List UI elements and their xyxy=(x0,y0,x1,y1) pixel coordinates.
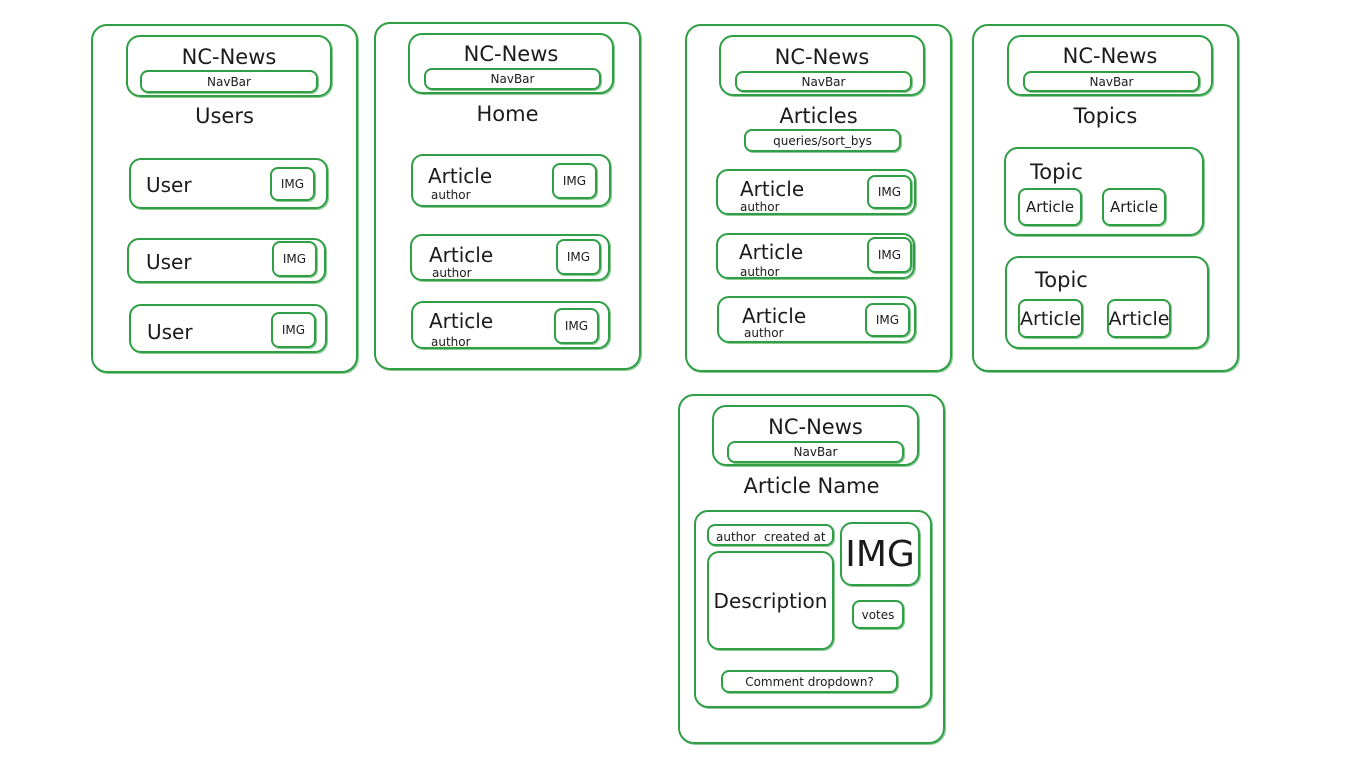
article-label: Article xyxy=(429,309,494,333)
article-image-placeholder: IMG xyxy=(840,522,920,586)
articles-page-title: Articles xyxy=(779,104,858,128)
articles-queries-sort: queries/sort_bys xyxy=(744,129,901,152)
article-img-placeholder: IMG xyxy=(554,308,599,344)
articles-header: NC-News NavBar xyxy=(719,35,925,96)
articles-navbar: NavBar xyxy=(735,71,912,92)
article-author: author xyxy=(744,326,784,340)
article-page-header: NC-News NavBar xyxy=(712,405,919,466)
topic-article-box: Article xyxy=(1018,188,1082,226)
article-label: Article xyxy=(428,164,493,188)
home-wireframe: NC-News NavBar Home Article author IMG A… xyxy=(374,22,641,370)
users-navbar: NavBar xyxy=(140,70,318,93)
articles-row: Article author IMG xyxy=(717,296,916,343)
user-img-placeholder: IMG xyxy=(271,312,316,348)
topic-article-box: Article xyxy=(1102,188,1166,226)
users-wireframe: NC-News NavBar Users User IMG User IMG U… xyxy=(91,24,358,373)
article-page-wireframe: NC-News NavBar Article Name author creat… xyxy=(678,394,945,744)
topic-card: Topic Article Article xyxy=(1004,147,1204,236)
article-author: author xyxy=(740,265,780,279)
article-meta-created-at: created at xyxy=(764,530,826,544)
article-img-placeholder: IMG xyxy=(867,237,912,273)
user-label: User xyxy=(146,173,192,197)
topics-wireframe: NC-News NavBar Topics Topic Article Arti… xyxy=(972,24,1239,372)
home-page-title: Home xyxy=(476,102,539,126)
topics-navbar: NavBar xyxy=(1023,71,1200,92)
users-header: NC-News NavBar xyxy=(126,35,332,97)
article-author: author xyxy=(432,266,472,280)
topics-page-title: Topics xyxy=(1073,104,1138,128)
home-app-title: NC-News xyxy=(463,42,559,66)
article-detail-panel: author created at IMG Description votes … xyxy=(694,510,932,708)
topic-article-box: Article xyxy=(1018,299,1083,338)
user-row: User IMG xyxy=(127,238,326,283)
article-label: Article xyxy=(429,243,494,267)
home-article-row: Article author IMG xyxy=(410,234,610,281)
topic-label: Topic xyxy=(1035,268,1088,292)
home-article-row: Article author IMG xyxy=(411,301,610,349)
articles-row: Article author IMG xyxy=(716,233,915,279)
article-page-app-title: NC-News xyxy=(768,415,863,439)
article-page-navbar: NavBar xyxy=(727,441,904,463)
article-author: author xyxy=(740,200,780,214)
articles-wireframe: NC-News NavBar Articles queries/sort_bys… xyxy=(685,24,952,372)
article-label: Article xyxy=(740,177,805,201)
articles-app-title: NC-News xyxy=(774,45,870,69)
topics-app-title: NC-News xyxy=(1062,44,1158,68)
topic-article-box: Article xyxy=(1107,299,1171,338)
article-author: author xyxy=(431,188,471,202)
topics-header: NC-News NavBar xyxy=(1007,35,1213,96)
home-article-row: Article author IMG xyxy=(411,154,611,207)
article-author: author xyxy=(431,335,471,349)
articles-row: Article author IMG xyxy=(716,169,916,215)
article-label: Article xyxy=(742,304,807,328)
article-description: Description xyxy=(707,551,834,650)
user-row: User IMG xyxy=(129,304,327,353)
topic-label: Topic xyxy=(1030,160,1083,184)
article-img-placeholder: IMG xyxy=(867,175,912,209)
users-page-title: Users xyxy=(195,104,254,128)
users-app-title: NC-News xyxy=(181,45,277,69)
article-img-placeholder: IMG xyxy=(556,239,601,275)
article-img-placeholder: IMG xyxy=(865,303,910,337)
article-label: Article xyxy=(739,240,804,264)
article-votes: votes xyxy=(852,600,904,629)
user-row: User IMG xyxy=(129,158,328,209)
article-meta-author: author xyxy=(716,530,756,544)
article-meta: author created at xyxy=(707,524,834,546)
article-page-title: Article Name xyxy=(743,474,880,498)
topic-card: Topic Article Article xyxy=(1005,256,1209,349)
home-navbar: NavBar xyxy=(424,68,601,90)
user-img-placeholder: IMG xyxy=(272,241,317,277)
user-label: User xyxy=(147,320,193,344)
home-header: NC-News NavBar xyxy=(408,33,614,94)
user-label: User xyxy=(146,250,192,274)
comment-dropdown[interactable]: Comment dropdown? xyxy=(721,670,898,693)
user-img-placeholder: IMG xyxy=(270,167,315,201)
article-img-placeholder: IMG xyxy=(552,163,597,199)
